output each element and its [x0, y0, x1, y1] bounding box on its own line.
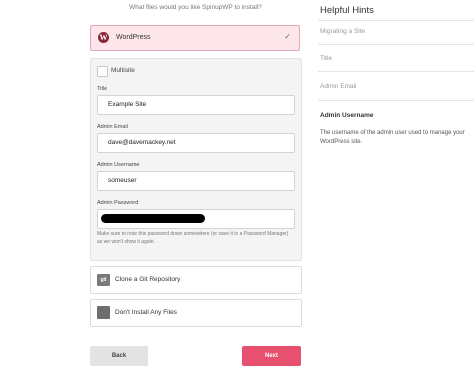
- install-question: What files would you like SpinupWP to in…: [129, 4, 262, 11]
- admin-email-input-value: dave@davemackey.net: [108, 139, 176, 146]
- hints-divider: [318, 20, 474, 21]
- checkmark-icon: ✓: [284, 32, 291, 41]
- title-input-value: Example Site: [108, 101, 147, 108]
- title-input[interactable]: Example Site: [97, 95, 295, 115]
- clone-git-option[interactable]: git Clone a Git Repository: [90, 266, 302, 294]
- wordpress-option[interactable]: W WordPress ✓: [90, 25, 300, 51]
- multisite-checkbox[interactable]: [97, 66, 108, 77]
- password-redaction: [101, 214, 205, 223]
- hints-divider: [318, 71, 474, 72]
- no-files-option[interactable]: Don't Install Any Files: [90, 299, 302, 327]
- password-note: Make sure to note this password down som…: [97, 231, 289, 245]
- title-label: Title: [97, 86, 108, 92]
- empty-box-icon: [97, 306, 110, 319]
- admin-email-label: Admin Email: [97, 124, 128, 130]
- helpful-hints-title: Helpful Hints: [320, 5, 374, 16]
- wordpress-option-label: WordPress: [116, 34, 151, 41]
- clone-git-option-label: Clone a Git Repository: [115, 276, 181, 283]
- back-button[interactable]: Back: [90, 346, 148, 366]
- git-icon: git: [97, 274, 110, 286]
- hint-title[interactable]: Title: [320, 55, 332, 62]
- hint-admin-username[interactable]: Admin Username: [320, 112, 373, 119]
- admin-username-input-value: someuser: [108, 177, 137, 184]
- hints-divider: [318, 44, 474, 45]
- admin-username-label: Admin Username: [97, 162, 140, 168]
- next-button[interactable]: Next: [242, 346, 301, 366]
- admin-password-input[interactable]: [97, 209, 295, 229]
- admin-password-label: Admin Password: [97, 200, 139, 206]
- wordpress-icon: W: [98, 32, 109, 43]
- admin-email-input[interactable]: dave@davemackey.net: [97, 133, 295, 153]
- hint-admin-email[interactable]: Admin Email: [320, 83, 356, 90]
- hint-admin-username-description: The username of the admin user used to m…: [320, 130, 465, 145]
- no-files-option-label: Don't Install Any Files: [115, 309, 177, 316]
- multisite-label: Multisite: [111, 67, 135, 74]
- hint-migrating-site[interactable]: Migrating a Site: [320, 28, 365, 35]
- admin-username-input[interactable]: someuser: [97, 171, 295, 191]
- hints-divider: [318, 100, 474, 101]
